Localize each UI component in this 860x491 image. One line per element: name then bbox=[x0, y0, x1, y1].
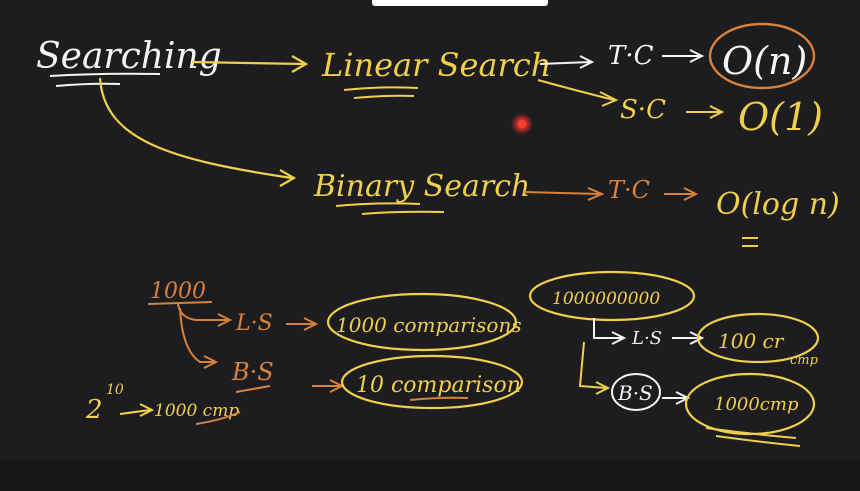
arrow-small-ls bbox=[177, 303, 228, 321]
laser-pointer bbox=[518, 120, 526, 128]
small-bs-underline bbox=[235, 385, 271, 393]
searching-underline-2 bbox=[55, 82, 121, 87]
linear-underline bbox=[343, 86, 419, 91]
linear-underline-2 bbox=[353, 94, 415, 99]
n-small-label: 1000 bbox=[150, 279, 206, 304]
n-large-label: 1000000000 bbox=[552, 289, 660, 309]
linear-search-label: Linear Search bbox=[321, 46, 551, 84]
binary-search-label: Binary Search bbox=[313, 169, 530, 204]
small-bs-result: 10 comparison bbox=[356, 373, 521, 398]
arrow-binary-tc bbox=[523, 191, 601, 195]
arrow-large-bs bbox=[578, 341, 607, 389]
linear-sc-value: O(1) bbox=[738, 95, 823, 139]
notes-layer: Searching Linear Search T·C O(n) S·C O(1… bbox=[36, 22, 840, 447]
large-bs-result: 1000cmp bbox=[714, 394, 799, 415]
arrow-linear-sc bbox=[537, 79, 615, 101]
small-bs-result-underline bbox=[409, 396, 469, 401]
small-ls-label: L·S bbox=[235, 311, 273, 336]
power-base: 2 bbox=[85, 395, 103, 425]
large-ls-label: L·S bbox=[631, 328, 662, 349]
linear-tc-value: O(n) bbox=[722, 39, 807, 83]
large-ls-result-sub: cmp bbox=[790, 353, 819, 368]
linear-tc-label: T·C bbox=[608, 41, 654, 71]
binary-tc-value: O(log n) bbox=[716, 187, 840, 222]
binary-underline-2 bbox=[361, 210, 445, 215]
small-bs-label: B·S bbox=[231, 358, 274, 386]
power-exp: 10 bbox=[106, 382, 124, 398]
binary-tc-label: T·C bbox=[608, 176, 650, 204]
searching-title: Searching bbox=[36, 36, 222, 77]
linear-sc-label: S·C bbox=[620, 95, 666, 125]
large-ls-result: 100 cr bbox=[718, 329, 785, 353]
small-ls-result: 1000 comparisons bbox=[336, 313, 522, 337]
large-bs-label: B·S bbox=[617, 381, 653, 405]
arrow-to-binary bbox=[98, 77, 293, 180]
whiteboard-canvas: Searching Linear Search T·C O(n) S·C O(1… bbox=[0, 0, 860, 491]
